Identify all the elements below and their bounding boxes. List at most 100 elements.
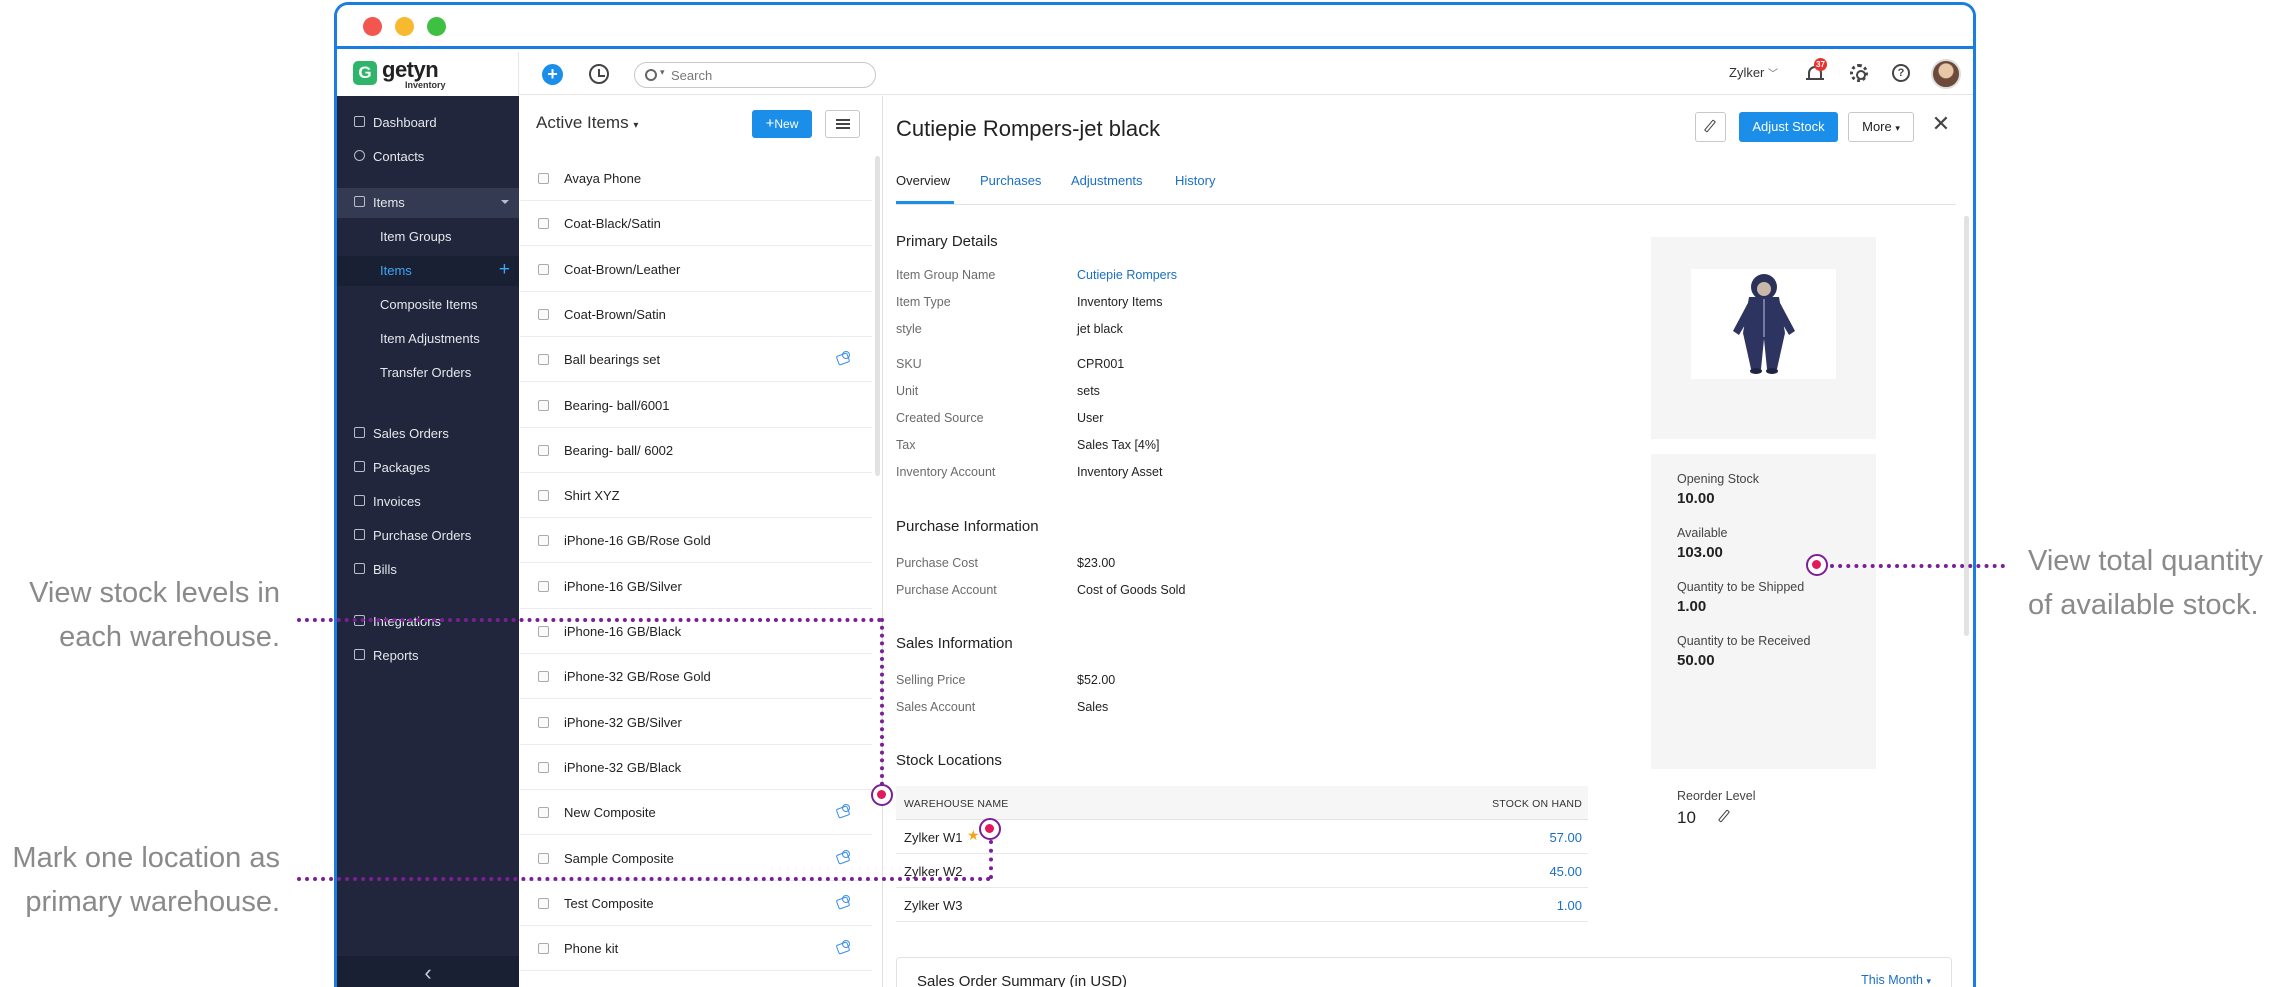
sidebar-sub-item-adjustments[interactable]: Item Adjustments	[337, 324, 519, 354]
table-row[interactable]: Zylker W3 1.00	[896, 888, 1588, 922]
list-item[interactable]: Ball bearings set	[520, 337, 872, 383]
row-checkbox[interactable]	[538, 490, 549, 502]
brand-logo-icon: G	[353, 61, 377, 85]
list-item[interactable]: Sample Composite	[520, 836, 872, 881]
row-checkbox[interactable]	[538, 943, 549, 955]
row-checkbox[interactable]	[538, 535, 549, 547]
window-minimize-dot[interactable]	[395, 17, 414, 36]
list-item[interactable]: Bearing- ball/6001	[520, 383, 872, 428]
annotation-line	[880, 618, 884, 786]
new-item-button[interactable]: +New	[752, 110, 812, 138]
row-checkbox[interactable]	[538, 897, 549, 909]
avatar[interactable]	[1931, 59, 1961, 89]
row-checkbox[interactable]	[538, 852, 549, 864]
stock-on-hand[interactable]: 1.00	[1557, 898, 1582, 913]
add-item-plus-icon[interactable]: +	[499, 259, 510, 281]
sidebar-item-sales-orders[interactable]: Sales Orders	[337, 419, 519, 449]
sidebar-item-contacts[interactable]: Contacts	[337, 142, 519, 172]
summary-range-dropdown[interactable]: This Month ▾	[1861, 973, 1931, 987]
list-item[interactable]: iPhone-16 GB/Silver	[520, 564, 872, 609]
tab-purchases[interactable]: Purchases	[980, 173, 1041, 188]
list-item[interactable]: iPhone-16 GB/Rose Gold	[520, 518, 872, 564]
search-filter-caret-icon[interactable]: ▾	[660, 67, 665, 78]
sidebar-sub-item-groups[interactable]: Item Groups	[337, 222, 519, 252]
edit-button[interactable]	[1695, 112, 1726, 142]
row-checkbox[interactable]	[538, 671, 549, 683]
hamburger-line	[836, 123, 850, 125]
row-checkbox[interactable]	[538, 399, 549, 411]
help-icon[interactable]: ?	[1892, 64, 1910, 82]
search-input[interactable]	[671, 66, 861, 84]
row-checkbox[interactable]	[538, 308, 549, 320]
col-stock-on-hand[interactable]: STOCK ON HAND	[1492, 798, 1582, 810]
sidebar-sub-composite-items[interactable]: Composite Items	[337, 290, 519, 320]
row-checkbox[interactable]	[538, 263, 549, 275]
row-checkbox[interactable]	[538, 716, 549, 728]
window-zoom-dot[interactable]	[427, 17, 446, 36]
row-checkbox[interactable]	[538, 173, 549, 184]
more-button[interactable]: More ▾	[1848, 112, 1914, 142]
col-warehouse-name[interactable]: WAREHOUSE NAME	[904, 798, 1009, 810]
list-item[interactable]: Coat-Brown/Satin	[520, 292, 872, 337]
list-item[interactable]: iPhone-16 GB/Black	[520, 609, 872, 654]
list-item[interactable]: Bearing- ball/ 6002	[520, 428, 872, 473]
gear-icon[interactable]	[1850, 64, 1868, 82]
detail-scrollbar[interactable]	[1964, 216, 1969, 636]
list-item[interactable]: iPhone-32 GB/Silver	[520, 700, 872, 745]
sales-order-summary: Sales Order Summary (in USD) This Month …	[896, 957, 1952, 987]
list-item[interactable]: Coat-Brown/Leather	[520, 247, 872, 292]
list-item[interactable]: Coat-Black/Satin	[520, 201, 872, 247]
sidebar-item-reports[interactable]: Reports	[337, 641, 519, 671]
opening-stock-label: Opening Stock	[1677, 472, 1759, 486]
sidebar-item-packages[interactable]: Packages	[337, 453, 519, 483]
row-checkbox[interactable]	[538, 807, 549, 819]
sidebar-item-bills[interactable]: Bills	[337, 555, 519, 585]
window-close-dot[interactable]	[363, 17, 382, 36]
sidebar-item-integrations[interactable]: Integrations	[337, 607, 519, 637]
row-checkbox[interactable]	[538, 626, 549, 637]
row-checkbox[interactable]	[538, 218, 549, 230]
sidebar-item-items[interactable]: Items	[337, 188, 519, 218]
close-icon[interactable]: ✕	[1930, 112, 1952, 136]
quick-create-plus-icon[interactable]: +	[542, 64, 563, 85]
list-item[interactable]: Test Composite	[520, 881, 872, 926]
list-item[interactable]: New Composite	[520, 790, 872, 836]
list-item[interactable]: Phone kit	[520, 926, 872, 972]
item-image-card[interactable]	[1651, 237, 1876, 439]
list-item[interactable]: Shirt XYZ	[520, 473, 872, 519]
recent-history-icon[interactable]	[589, 64, 609, 84]
row-checkbox[interactable]	[538, 354, 549, 366]
list-item[interactable]: iPhone-32 GB/Black	[520, 745, 872, 790]
list-menu-button[interactable]	[825, 110, 860, 138]
tab-overview[interactable]: Overview	[896, 173, 950, 188]
sidebar-item-purchase-orders[interactable]: Purchase Orders	[337, 521, 519, 551]
brand[interactable]: G getyn Inventory	[337, 52, 519, 95]
bag-icon	[354, 529, 365, 540]
edit-reorder-pencil-icon[interactable]	[1716, 809, 1732, 825]
callout-primary-warehouse: Mark one location as primary warehouse.	[0, 836, 280, 924]
row-checkbox[interactable]	[538, 580, 549, 592]
adjust-stock-button[interactable]: Adjust Stock	[1739, 112, 1838, 142]
sidebar-sub-items[interactable]: Items +	[337, 256, 519, 286]
list-item[interactable]: Avaya Phone	[520, 156, 872, 201]
field-value-link[interactable]: Cutiepie Rompers	[1077, 268, 1177, 282]
tab-history[interactable]: History	[1175, 173, 1215, 188]
row-checkbox[interactable]	[538, 444, 549, 456]
search-icon[interactable]	[645, 69, 657, 81]
list-view-selector[interactable]: Active Items ▾	[536, 113, 638, 133]
sidebar-item-dashboard[interactable]: Dashboard	[337, 108, 519, 138]
qty-to-ship-value: 1.00	[1677, 598, 1707, 615]
stock-on-hand[interactable]: 57.00	[1549, 830, 1582, 845]
sidebar-sub-transfer-orders[interactable]: Transfer Orders	[337, 358, 519, 388]
stock-on-hand[interactable]: 45.00	[1549, 864, 1582, 879]
sidebar-collapse-chevron-icon[interactable]: ‹	[337, 956, 519, 987]
primary-star-icon[interactable]: ★	[967, 827, 980, 844]
list-scrollbar[interactable]	[875, 156, 880, 476]
org-switcher[interactable]: Zylker ﹀	[1729, 65, 1778, 80]
row-checkbox[interactable]	[538, 761, 549, 773]
sidebar-item-label: Dashboard	[373, 115, 437, 130]
tab-adjustments[interactable]: Adjustments	[1071, 173, 1143, 188]
list-item[interactable]: iPhone-32 GB/Rose Gold	[520, 654, 872, 700]
sidebar-item-invoices[interactable]: Invoices	[337, 487, 519, 517]
table-row[interactable]: Zylker W2 45.00	[896, 854, 1588, 888]
